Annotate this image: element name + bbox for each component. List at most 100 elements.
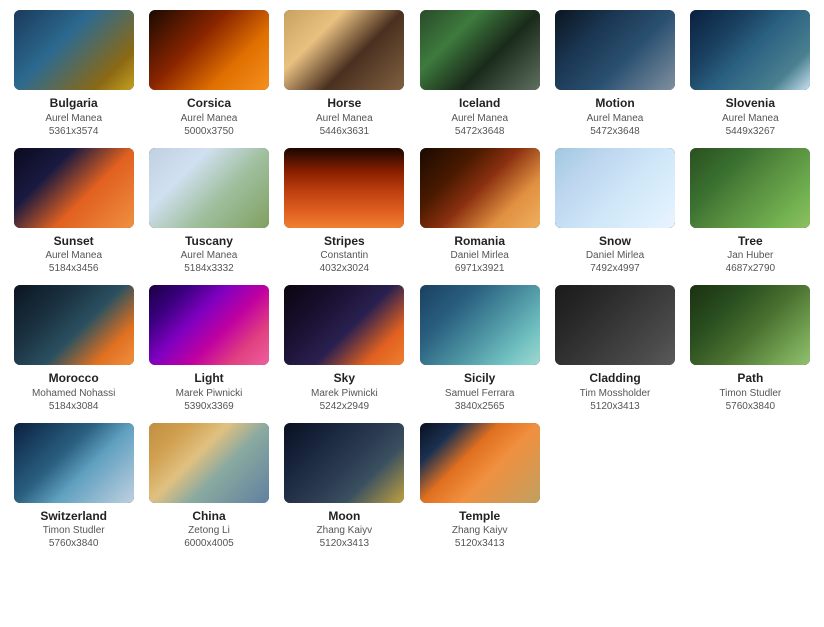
photo-title-romania: Romania <box>454 234 505 250</box>
photo-author-tree: Jan Huber <box>727 249 773 262</box>
thumbnail-image-sicily <box>420 285 540 365</box>
photo-author-path: Timon Studler <box>719 387 781 400</box>
photo-author-snow: Daniel Mirlea <box>586 249 644 262</box>
photo-title-horse: Horse <box>327 96 361 112</box>
photo-size-tuscany: 5184x3332 <box>184 262 234 275</box>
photo-title-light: Light <box>194 371 223 387</box>
photo-title-china: China <box>192 509 225 525</box>
thumbnail-motion <box>555 10 675 90</box>
photo-item-morocco[interactable]: Morocco Mohamed Nohassi 5184x3084 <box>10 285 137 413</box>
photo-item-bulgaria[interactable]: Bulgaria Aurel Manea 5361x3574 <box>10 10 137 138</box>
thumbnail-image-light <box>149 285 269 365</box>
photo-size-sicily: 3840x2565 <box>455 400 505 413</box>
photo-author-motion: Aurel Manea <box>587 112 644 125</box>
photo-author-cladding: Tim Mossholder <box>580 387 651 400</box>
thumbnail-image-moon <box>284 423 404 503</box>
photo-author-sicily: Samuel Ferrara <box>445 387 514 400</box>
thumbnail-temple <box>420 423 540 503</box>
photo-size-temple: 5120x3413 <box>455 537 505 550</box>
thumbnail-image-morocco <box>14 285 134 365</box>
photo-title-sky: Sky <box>334 371 355 387</box>
photo-size-stripes: 4032x3024 <box>320 262 370 275</box>
photo-item-romania[interactable]: Romania Daniel Mirlea 6971x3921 <box>416 148 543 276</box>
photo-author-stripes: Constantin <box>320 249 368 262</box>
photo-title-motion: Motion <box>595 96 634 112</box>
photo-size-moon: 5120x3413 <box>320 537 370 550</box>
thumbnail-china <box>149 423 269 503</box>
photo-item-cladding[interactable]: Cladding Tim Mossholder 5120x3413 <box>551 285 678 413</box>
thumbnail-image-cladding <box>555 285 675 365</box>
photo-size-light: 5390x3369 <box>184 400 234 413</box>
photo-item-iceland[interactable]: Iceland Aurel Manea 5472x3648 <box>416 10 543 138</box>
photo-item-switzerland[interactable]: Switzerland Timon Studler 5760x3840 <box>10 423 137 551</box>
photo-item-motion[interactable]: Motion Aurel Manea 5472x3648 <box>551 10 678 138</box>
thumbnail-image-tree <box>690 148 810 228</box>
photo-author-light: Marek Piwnicki <box>176 387 243 400</box>
photo-grid: Bulgaria Aurel Manea 5361x3574 Corsica A… <box>10 10 814 550</box>
thumbnail-image-sky <box>284 285 404 365</box>
photo-author-horse: Aurel Manea <box>316 112 373 125</box>
photo-title-iceland: Iceland <box>459 96 500 112</box>
thumbnail-sicily <box>420 285 540 365</box>
photo-title-slovenia: Slovenia <box>726 96 775 112</box>
photo-item-path[interactable]: Path Timon Studler 5760x3840 <box>687 285 814 413</box>
thumbnail-stripes <box>284 148 404 228</box>
thumbnail-bulgaria <box>14 10 134 90</box>
photo-item-tree[interactable]: Tree Jan Huber 4687x2790 <box>687 148 814 276</box>
photo-size-snow: 7492x4997 <box>590 262 640 275</box>
photo-author-sky: Marek Piwnicki <box>311 387 378 400</box>
photo-size-china: 6000x4005 <box>184 537 234 550</box>
photo-title-cladding: Cladding <box>589 371 640 387</box>
thumbnail-iceland <box>420 10 540 90</box>
photo-author-switzerland: Timon Studler <box>43 524 105 537</box>
photo-item-temple[interactable]: Temple Zhang Kaiyv 5120x3413 <box>416 423 543 551</box>
photo-size-iceland: 5472x3648 <box>455 125 505 138</box>
thumbnail-image-temple <box>420 423 540 503</box>
thumbnail-image-bulgaria <box>14 10 134 90</box>
photo-title-morocco: Morocco <box>49 371 99 387</box>
photo-item-tuscany[interactable]: Tuscany Aurel Manea 5184x3332 <box>145 148 272 276</box>
photo-size-bulgaria: 5361x3574 <box>49 125 99 138</box>
photo-size-sky: 5242x2949 <box>320 400 370 413</box>
thumbnail-image-snow <box>555 148 675 228</box>
photo-author-moon: Zhang Kaiyv <box>317 524 373 537</box>
thumbnail-snow <box>555 148 675 228</box>
thumbnail-sky <box>284 285 404 365</box>
thumbnail-switzerland <box>14 423 134 503</box>
photo-author-bulgaria: Aurel Manea <box>45 112 102 125</box>
thumbnail-image-china <box>149 423 269 503</box>
photo-size-cladding: 5120x3413 <box>590 400 640 413</box>
thumbnail-slovenia <box>690 10 810 90</box>
photo-item-sunset[interactable]: Sunset Aurel Manea 5184x3456 <box>10 148 137 276</box>
photo-title-moon: Moon <box>328 509 360 525</box>
photo-item-corsica[interactable]: Corsica Aurel Manea 5000x3750 <box>145 10 272 138</box>
photo-item-slovenia[interactable]: Slovenia Aurel Manea 5449x3267 <box>687 10 814 138</box>
photo-item-sicily[interactable]: Sicily Samuel Ferrara 3840x2565 <box>416 285 543 413</box>
photo-title-stripes: Stripes <box>324 234 365 250</box>
thumbnail-cladding <box>555 285 675 365</box>
thumbnail-image-tuscany <box>149 148 269 228</box>
thumbnail-path <box>690 285 810 365</box>
photo-item-moon[interactable]: Moon Zhang Kaiyv 5120x3413 <box>281 423 408 551</box>
photo-item-light[interactable]: Light Marek Piwnicki 5390x3369 <box>145 285 272 413</box>
photo-size-horse: 5446x3631 <box>320 125 370 138</box>
photo-item-sky[interactable]: Sky Marek Piwnicki 5242x2949 <box>281 285 408 413</box>
photo-item-horse[interactable]: Horse Aurel Manea 5446x3631 <box>281 10 408 138</box>
photo-size-switzerland: 5760x3840 <box>49 537 99 550</box>
photo-item-stripes[interactable]: Stripes Constantin 4032x3024 <box>281 148 408 276</box>
photo-item-snow[interactable]: Snow Daniel Mirlea 7492x4997 <box>551 148 678 276</box>
thumbnail-horse <box>284 10 404 90</box>
thumbnail-moon <box>284 423 404 503</box>
thumbnail-morocco <box>14 285 134 365</box>
photo-author-romania: Daniel Mirlea <box>450 249 508 262</box>
thumbnail-image-switzerland <box>14 423 134 503</box>
photo-item-china[interactable]: China Zetong Li 6000x4005 <box>145 423 272 551</box>
photo-title-temple: Temple <box>459 509 500 525</box>
thumbnail-tuscany <box>149 148 269 228</box>
photo-author-morocco: Mohamed Nohassi <box>32 387 115 400</box>
thumbnail-light <box>149 285 269 365</box>
photo-title-switzerland: Switzerland <box>40 509 107 525</box>
thumbnail-image-horse <box>284 10 404 90</box>
photo-author-china: Zetong Li <box>188 524 230 537</box>
thumbnail-image-stripes <box>284 148 404 228</box>
